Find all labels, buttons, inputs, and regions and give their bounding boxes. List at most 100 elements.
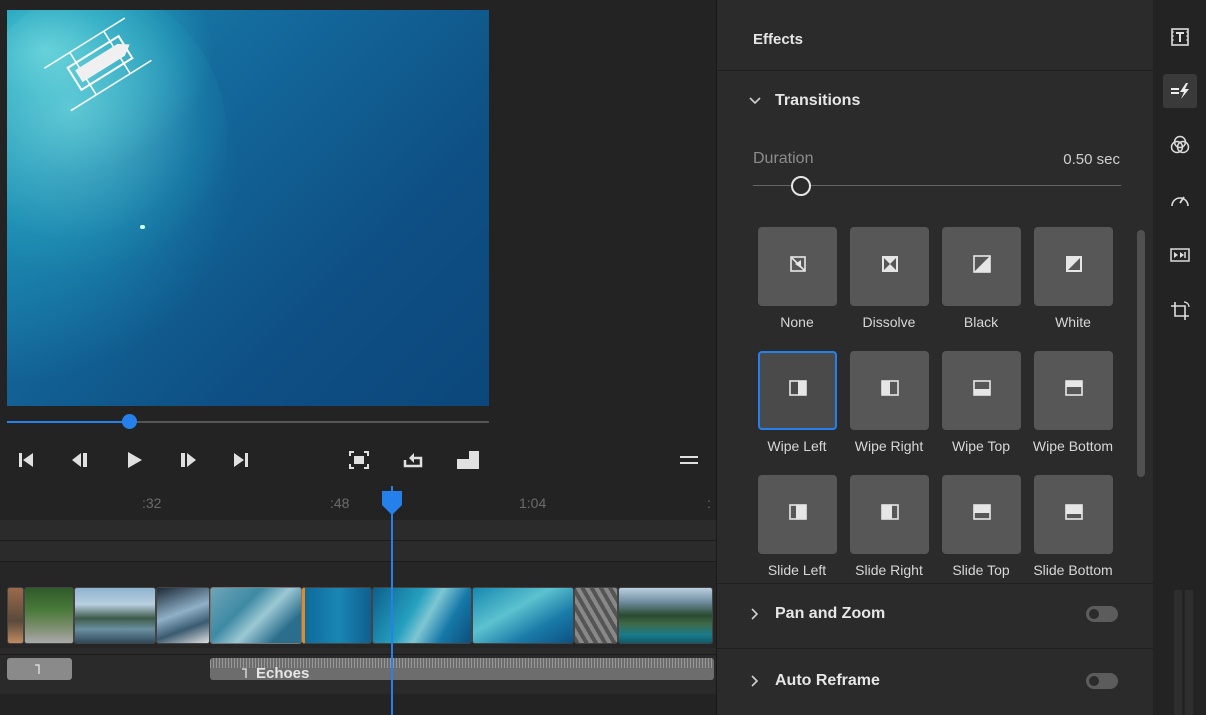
transition-tile[interactable] <box>942 351 1021 430</box>
hamburger-icon <box>680 456 698 464</box>
chevron-down-icon <box>749 97 761 105</box>
transition-label: Dissolve <box>862 314 916 330</box>
video-clip[interactable] <box>618 587 713 644</box>
video-clip[interactable] <box>7 587 24 644</box>
effects-panel: Effects Transitions Duration 0.50 sec No… <box>716 0 1154 715</box>
wipe-left-icon <box>788 378 808 403</box>
transition-tile[interactable] <box>758 351 837 430</box>
loop-button[interactable] <box>398 444 428 476</box>
video-clip[interactable] <box>372 587 472 644</box>
motion-tool[interactable] <box>1163 238 1197 272</box>
transition-tile[interactable] <box>1034 475 1113 554</box>
none-transition-icon <box>788 254 808 279</box>
audio-clip[interactable] <box>7 658 72 680</box>
track-row <box>0 541 716 561</box>
pan-zoom-toggle[interactable] <box>1086 606 1118 622</box>
speed-icon <box>1171 196 1189 207</box>
panel-scrollbar[interactable] <box>1137 230 1145 477</box>
skip-end-icon <box>234 453 248 467</box>
transition-tile[interactable] <box>850 475 929 554</box>
transition-tile[interactable] <box>758 227 837 306</box>
playback-controls <box>0 444 716 478</box>
black-icon <box>972 254 992 279</box>
audio-meter <box>1174 590 1182 715</box>
track-row <box>0 520 716 540</box>
titles-icon <box>1171 28 1189 46</box>
duration-value: 0.50 sec <box>1063 151 1120 168</box>
fit-button[interactable] <box>344 444 374 476</box>
transition-label: Wipe Left <box>767 438 827 454</box>
slide-bottom-icon <box>1064 502 1084 527</box>
video-clip[interactable] <box>156 587 210 644</box>
transition-tile[interactable] <box>942 227 1021 306</box>
transitions-tool[interactable] <box>1163 74 1197 108</box>
scrub-progress <box>7 421 130 423</box>
slide-right-icon <box>880 502 900 527</box>
auto-reframe-section-header[interactable]: Auto Reframe <box>749 672 880 690</box>
fit-frame-icon <box>349 451 369 469</box>
dissolve-icon <box>880 254 900 279</box>
transition-label: Slide Right <box>855 562 923 578</box>
skip-start-icon <box>19 453 33 467</box>
step-forward-button[interactable] <box>172 444 204 476</box>
video-clip[interactable] <box>210 587 302 644</box>
chevron-right-icon <box>751 675 759 687</box>
playhead-handle[interactable] <box>382 491 402 515</box>
go-to-end-button[interactable] <box>226 444 256 476</box>
slide-top-icon <box>972 502 992 527</box>
transition-label: Slide Left <box>767 562 827 578</box>
ruler-label: 1:04 <box>519 495 547 511</box>
video-clip[interactable] <box>74 587 156 644</box>
track-row <box>0 562 716 582</box>
transition-tile[interactable] <box>1034 351 1113 430</box>
section-label: Pan and Zoom <box>775 605 886 622</box>
app-window: :32 :48 1:04 : Echoes Effects Transition… <box>0 0 1206 715</box>
ruler-label: :32 <box>142 495 162 511</box>
transition-tile[interactable] <box>850 227 929 306</box>
duration-slider-handle[interactable] <box>791 176 811 196</box>
audio-clip-echoes[interactable]: Echoes <box>210 658 714 680</box>
transition-label: Slide Bottom <box>1033 562 1113 578</box>
play-button[interactable] <box>118 444 150 476</box>
right-toolbar <box>1153 0 1206 715</box>
transition-tile[interactable] <box>1034 227 1113 306</box>
timeline-menu-button[interactable] <box>676 444 702 476</box>
transition-label: Slide Top <box>952 562 1010 578</box>
step-forward-icon <box>181 453 196 467</box>
titles-tool[interactable] <box>1163 20 1197 54</box>
transition-tile[interactable] <box>850 351 929 430</box>
color-icon <box>1170 135 1190 154</box>
crop-icon <box>1171 301 1190 320</box>
auto-reframe-toggle[interactable] <box>1086 673 1118 689</box>
video-clip[interactable] <box>574 587 618 644</box>
transition-label: Wipe Bottom <box>1032 438 1114 454</box>
video-frame <box>7 10 489 406</box>
pan-zoom-section-header[interactable]: Pan and Zoom <box>749 605 885 623</box>
time-ruler[interactable]: :32 :48 1:04 : <box>0 486 716 520</box>
video-clip[interactable] <box>302 587 372 644</box>
speed-tool[interactable] <box>1163 183 1197 217</box>
wipe-top-icon <box>972 378 992 403</box>
step-back-button[interactable] <box>64 444 96 476</box>
transition-tile[interactable] <box>942 475 1021 554</box>
go-to-start-button[interactable] <box>12 444 40 476</box>
transitions-section-header[interactable]: Transitions <box>749 92 860 110</box>
transition-label: White <box>1055 314 1091 330</box>
section-label: Auto Reframe <box>775 672 880 689</box>
quality-button[interactable] <box>452 444 484 476</box>
crop-tool[interactable] <box>1163 294 1197 328</box>
transition-label: Wipe Right <box>854 438 924 454</box>
panel-title: Effects <box>753 31 804 48</box>
quality-icon <box>457 451 479 469</box>
video-clip[interactable] <box>472 587 574 644</box>
audio-clip-label: Echoes <box>256 665 310 680</box>
playhead[interactable] <box>391 486 393 715</box>
timeline[interactable]: :32 :48 1:04 : Echoes <box>0 486 716 715</box>
music-note-icon <box>242 668 247 678</box>
slide-left-icon <box>788 502 808 527</box>
color-tool[interactable] <box>1163 128 1197 162</box>
scrub-handle[interactable] <box>122 414 137 429</box>
video-clip[interactable] <box>24 587 74 644</box>
transition-tile[interactable] <box>758 475 837 554</box>
wipe-bottom-icon <box>1064 378 1084 403</box>
